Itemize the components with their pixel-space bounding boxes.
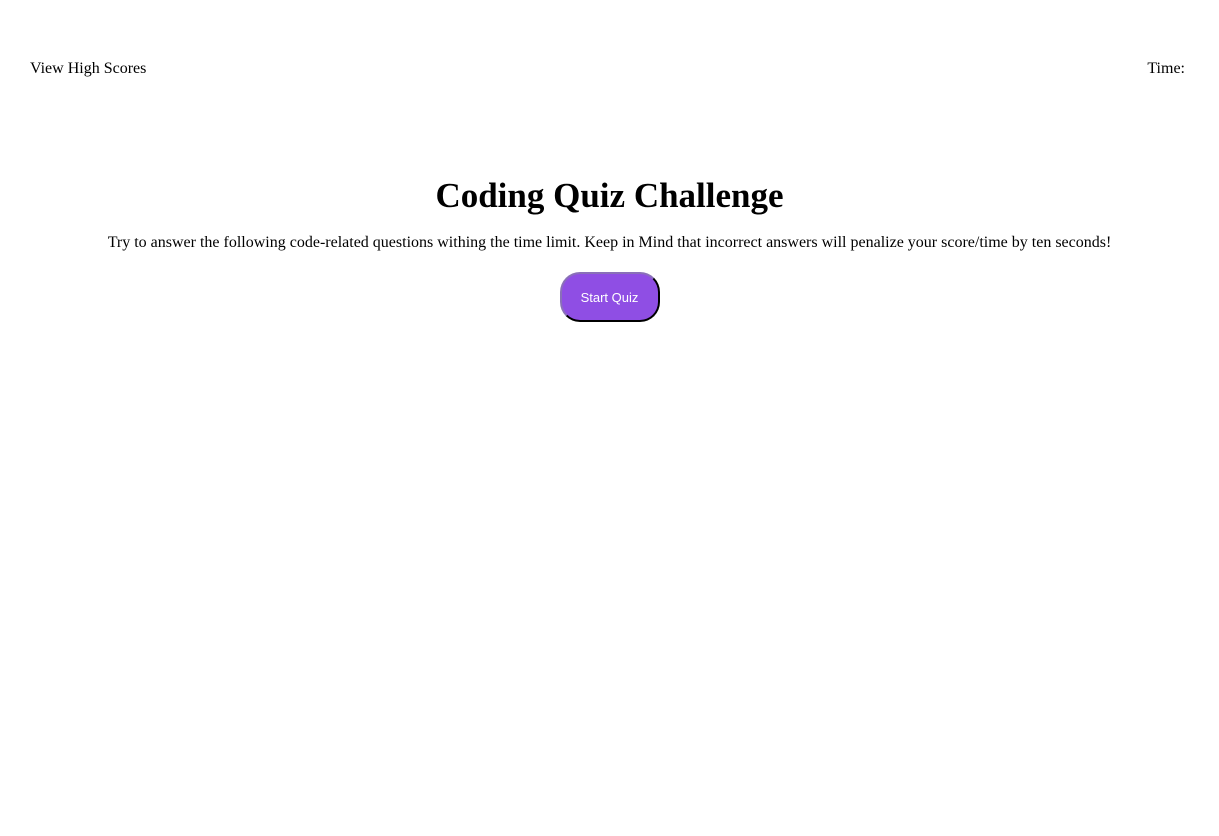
view-high-scores-link[interactable]: View High Scores xyxy=(30,60,146,78)
quiz-description: Try to answer the following code-related… xyxy=(107,234,1112,251)
timer: Time: xyxy=(1147,60,1189,78)
intro-section: Coding Quiz Challenge Try to answer the … xyxy=(0,176,1219,322)
start-quiz-button[interactable]: Start Quiz xyxy=(559,272,660,322)
time-label: Time: xyxy=(1147,60,1185,77)
quiz-page: View High Scores Time: Coding Quiz Chall… xyxy=(0,0,1219,836)
header-bar: View High Scores Time: xyxy=(30,58,1189,80)
page-title: Coding Quiz Challenge xyxy=(435,176,784,215)
